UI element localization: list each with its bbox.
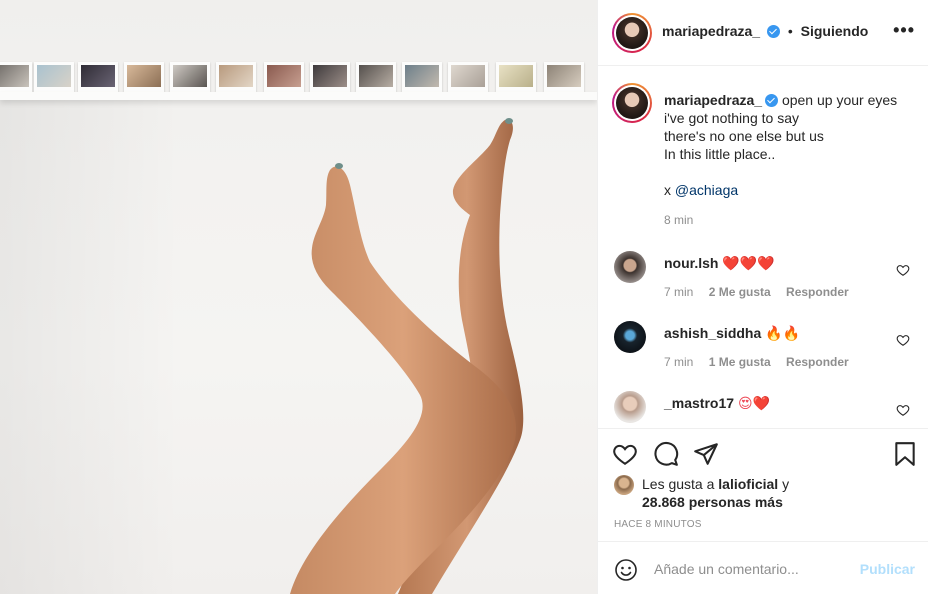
comment-body: ashish_siddha 🔥🔥 bbox=[664, 325, 884, 342]
likes-count[interactable]: 28.868 personas más bbox=[642, 494, 783, 510]
smile-icon[interactable] bbox=[614, 558, 638, 582]
more-horizontal-icon[interactable]: ••• bbox=[893, 21, 915, 39]
likes-conj: y bbox=[782, 476, 790, 492]
comment-input[interactable] bbox=[654, 559, 854, 579]
bookmark-icon[interactable] bbox=[892, 441, 918, 467]
caption-credit-prefix: x bbox=[664, 182, 675, 198]
commenter-avatar[interactable] bbox=[614, 391, 646, 423]
caption-line: In this little place.. bbox=[664, 146, 776, 162]
comment-likes[interactable]: 2 Me gusta bbox=[709, 285, 771, 299]
caption-line: i've got nothing to say bbox=[664, 110, 799, 126]
author-username[interactable]: mariapedraza_ bbox=[662, 23, 760, 39]
reply-button[interactable]: Responder bbox=[786, 285, 849, 299]
comment-meta: 7 min 1 Me gusta Responder bbox=[664, 355, 861, 369]
comment-likes[interactable]: 1 Me gusta bbox=[709, 355, 771, 369]
caption-avatar[interactable] bbox=[612, 83, 652, 123]
post-timestamp[interactable]: HACE 8 MINUTOS bbox=[614, 519, 702, 530]
caption-text: mariapedraza_ open up your eyes i've got… bbox=[664, 91, 914, 229]
commenter-username[interactable]: ashish_siddha bbox=[664, 325, 761, 341]
comment-body: _mastro17 😍❤️ bbox=[664, 395, 884, 412]
author-avatar[interactable] bbox=[612, 13, 652, 53]
comment-body: nour.lsh ❤️❤️❤️ bbox=[664, 255, 884, 272]
verified-badge-icon bbox=[766, 25, 780, 38]
liker-username[interactable]: lalioficial bbox=[718, 476, 778, 492]
caption-time[interactable]: 8 min bbox=[664, 211, 914, 229]
caption-line: there's no one else but us bbox=[664, 128, 824, 144]
comment-item: ashish_siddha 🔥🔥 7 min 1 Me gusta Respon… bbox=[614, 321, 914, 381]
comments-list[interactable]: mariapedraza_ open up your eyes i've got… bbox=[598, 67, 928, 428]
comment-heart-icon[interactable] bbox=[896, 403, 910, 417]
publish-button[interactable]: Publicar bbox=[860, 561, 915, 577]
post-photo[interactable] bbox=[0, 0, 597, 594]
comment-icon[interactable] bbox=[653, 441, 679, 467]
legs-illustration bbox=[290, 118, 524, 594]
comment-text: 😍❤️ bbox=[737, 396, 770, 412]
follow-status-button[interactable]: Siguiendo bbox=[801, 23, 869, 39]
comment-heart-icon[interactable] bbox=[896, 333, 910, 347]
header-user-row: mariapedraza_ • Siguiendo bbox=[662, 23, 868, 39]
post-header: mariapedraza_ • Siguiendo ••• bbox=[598, 0, 928, 66]
likes-prefix: Les gusta a bbox=[642, 476, 715, 492]
commenter-username[interactable]: nour.lsh bbox=[664, 255, 718, 271]
caption-username[interactable]: mariapedraza_ bbox=[664, 92, 762, 108]
comment-form: Publicar bbox=[598, 541, 928, 594]
send-icon[interactable] bbox=[693, 441, 719, 467]
comment-text: ❤️❤️❤️ bbox=[722, 256, 775, 272]
commenter-username[interactable]: _mastro17 bbox=[664, 395, 734, 411]
comment-item: nour.lsh ❤️❤️❤️ 7 min 2 Me gusta Respond… bbox=[614, 251, 914, 311]
heart-icon[interactable] bbox=[612, 441, 638, 467]
post-actions: Les gusta a lalioficial y 28.868 persona… bbox=[598, 428, 928, 594]
caption-mention-link[interactable]: @achiaga bbox=[675, 182, 738, 198]
comment-meta: 7 min 2 Me gusta Responder bbox=[664, 285, 861, 299]
verified-badge-icon bbox=[765, 94, 779, 107]
commenter-avatar[interactable] bbox=[614, 321, 646, 353]
likes-text: Les gusta a lalioficial y 28.868 persona… bbox=[642, 475, 822, 511]
caption-line: open up your eyes bbox=[781, 92, 898, 108]
comment-item: _mastro17 😍❤️ bbox=[614, 391, 914, 428]
comment-time[interactable]: 7 min bbox=[664, 285, 693, 299]
post-sidebar: mariapedraza_ • Siguiendo ••• mariapedra… bbox=[597, 0, 928, 594]
comment-heart-icon[interactable] bbox=[896, 263, 910, 277]
comment-time[interactable]: 7 min bbox=[664, 355, 693, 369]
commenter-avatar[interactable] bbox=[614, 251, 646, 283]
liker-avatar[interactable] bbox=[614, 475, 634, 495]
header-separator: • bbox=[787, 23, 793, 39]
reply-button[interactable]: Responder bbox=[786, 355, 849, 369]
comment-text: 🔥🔥 bbox=[765, 326, 801, 342]
